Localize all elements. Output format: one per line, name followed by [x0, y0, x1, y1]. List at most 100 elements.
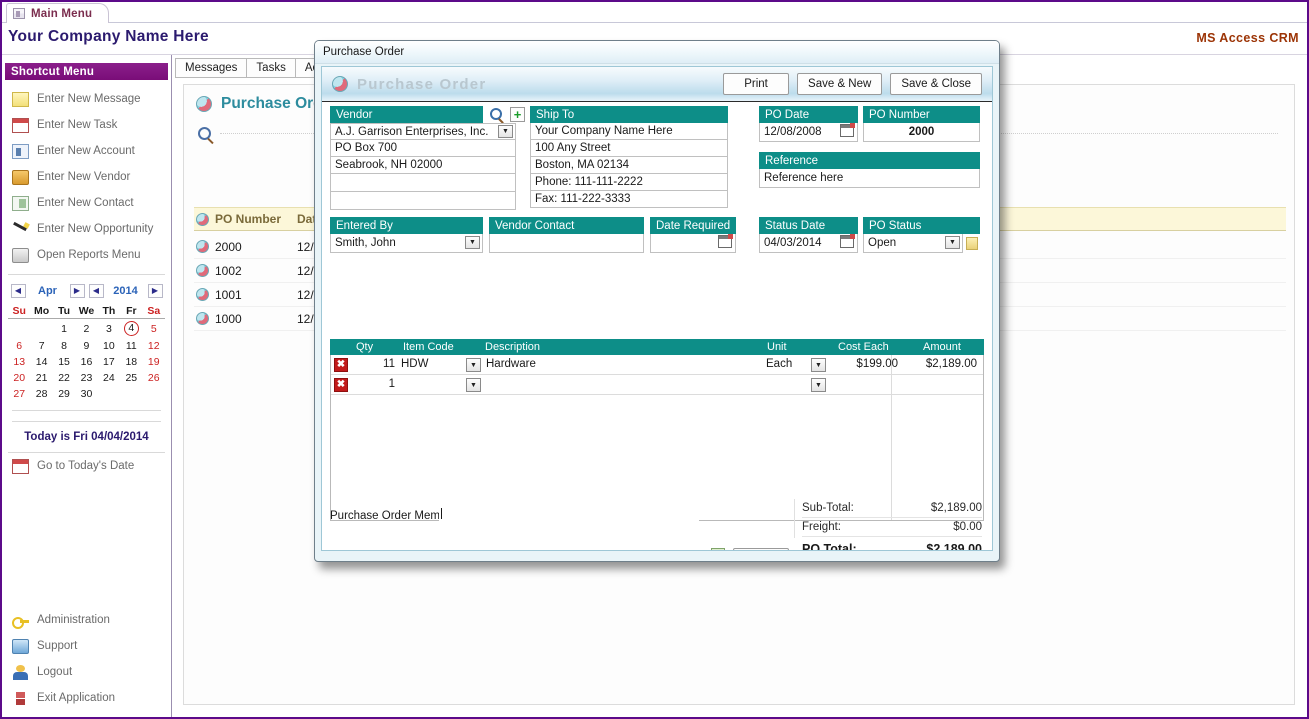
search-icon[interactable] [198, 127, 211, 140]
cell-qty[interactable]: 1 [353, 378, 395, 390]
table-row[interactable]: ✖ 11 HDW ▼ Hardware Each ▼ $199.00 $2,18… [331, 355, 983, 375]
calendar-day[interactable]: 27 [8, 386, 30, 402]
calendar-day[interactable]: 12 [143, 338, 165, 354]
sidebar-item-exit-application[interactable]: Exit Application [2, 685, 171, 711]
tab-tasks[interactable]: Tasks [246, 58, 295, 78]
freight-value[interactable]: $0.00 [953, 521, 982, 533]
calendar-day[interactable]: 26 [143, 370, 165, 386]
calendar-day[interactable]: 29 [53, 386, 75, 402]
cell-item-code[interactable]: HDW [401, 358, 463, 370]
calendar-day[interactable]: 24 [98, 370, 120, 386]
calendar-day[interactable]: 9 [75, 338, 97, 354]
calendar-day[interactable]: 2 [75, 319, 97, 339]
vendor-search-icon[interactable] [490, 108, 502, 120]
entered-by-field[interactable]: Smith, John ▼ [330, 234, 483, 253]
tab-main-menu[interactable]: Main Menu [6, 3, 109, 23]
calendar-day[interactable]: 3 [98, 319, 120, 339]
add-vendor-button[interactable]: + [510, 107, 525, 122]
cell-unit[interactable]: Each [766, 358, 806, 370]
sidebar-item-enter-new-message[interactable]: Enter New Message [2, 86, 171, 112]
chevron-down-icon[interactable]: ▼ [811, 378, 826, 392]
calendar-day[interactable]: 11 [120, 338, 142, 354]
ship-to-line3-field[interactable]: Boston, MA 02134 [530, 157, 728, 174]
next-year-button[interactable]: ▶ [148, 284, 163, 298]
vendor-contact-field[interactable] [489, 234, 644, 253]
ship-to-line1-field[interactable]: Your Company Name Here [530, 123, 728, 140]
calendar-day[interactable]: 10 [98, 338, 120, 354]
calendar-day[interactable]: 28 [30, 386, 52, 402]
chevron-down-icon[interactable]: ▼ [945, 236, 960, 249]
table-row[interactable]: ✖ 1 ▼ ▼ [331, 375, 983, 395]
memo-input[interactable] [439, 504, 699, 551]
vendor-line5-field[interactable] [330, 192, 516, 210]
save-and-new-button[interactable]: Save & New [797, 73, 882, 95]
tab-messages[interactable]: Messages [175, 58, 247, 78]
prev-year-button[interactable]: ◀ [89, 284, 104, 298]
chevron-down-icon[interactable]: ▼ [466, 378, 481, 392]
sidebar-item-enter-new-opportunity[interactable]: Enter New Opportunity [2, 216, 171, 242]
calendar-day[interactable]: 21 [30, 370, 52, 386]
calendar-day[interactable]: 20 [8, 370, 30, 386]
print-button[interactable]: Print [723, 73, 789, 95]
status-date-field[interactable]: 04/03/2014 [759, 234, 858, 253]
po-date-field[interactable]: 12/08/2008 [759, 123, 858, 142]
calendar-day[interactable]: 23 [75, 370, 97, 386]
reference-field[interactable]: Reference here [759, 169, 980, 188]
calendar-day[interactable]: 5 [143, 319, 165, 339]
calendar-picker-icon[interactable] [718, 235, 732, 248]
chevron-down-icon[interactable]: ▼ [811, 358, 826, 372]
calendar-day[interactable]: 18 [120, 354, 142, 370]
sidebar-item-administration[interactable]: Administration [2, 607, 171, 633]
vendor-line3-field[interactable]: Seabrook, NH 02000 [330, 157, 516, 174]
sidebar-item-goto-today[interactable]: Go to Today's Date [2, 453, 171, 479]
prev-month-button[interactable]: ◀ [11, 284, 26, 298]
calendar-picker-icon[interactable] [840, 235, 854, 248]
calendar-day[interactable]: 1 [53, 319, 75, 339]
sidebar-item-support[interactable]: Support [2, 633, 171, 659]
vendor-name-field[interactable]: A.J. Garrison Enterprises, Inc. ▼ [330, 123, 516, 140]
calendar-day[interactable]: 6 [8, 338, 30, 354]
calendar-day[interactable]: 30 [75, 386, 97, 402]
cell-cost-each[interactable]: $199.00 [836, 358, 898, 370]
calculate-button[interactable]: Calculate [733, 548, 789, 551]
calendar-day[interactable]: 16 [75, 354, 97, 370]
calendar-empty-cell [143, 386, 165, 402]
calendar-day[interactable]: 13 [8, 354, 30, 370]
sidebar-item-enter-new-contact[interactable]: Enter New Contact [2, 190, 171, 216]
calendar-day[interactable]: 8 [53, 338, 75, 354]
sidebar-item-open-reports-menu[interactable]: Open Reports Menu [2, 242, 171, 268]
chevron-down-icon[interactable]: ▼ [465, 236, 480, 249]
sidebar-item-enter-new-account[interactable]: Enter New Account [2, 138, 171, 164]
po-number-field[interactable]: 2000 [863, 123, 980, 142]
vendor-line2-field[interactable]: PO Box 700 [330, 140, 516, 157]
status-flag-icon[interactable] [966, 237, 978, 250]
calendar-day[interactable]: 22 [53, 370, 75, 386]
delete-row-button[interactable]: ✖ [334, 378, 348, 392]
ship-to-line5-field[interactable]: Fax: 111-222-3333 [530, 191, 728, 208]
calendar-picker-icon[interactable] [840, 124, 854, 137]
cell-description[interactable]: Hardware [486, 358, 536, 370]
sidebar-item-enter-new-vendor[interactable]: Enter New Vendor [2, 164, 171, 190]
chevron-down-icon[interactable]: ▼ [466, 358, 481, 372]
ship-to-line2-field[interactable]: 100 Any Street [530, 140, 728, 157]
date-required-field[interactable] [650, 234, 736, 253]
next-month-button[interactable]: ▶ [70, 284, 85, 298]
cell-qty[interactable]: 11 [353, 358, 395, 370]
calendar-day[interactable]: 14 [30, 354, 52, 370]
calendar-day[interactable]: 4 [120, 319, 142, 339]
calendar-day[interactable]: 17 [98, 354, 120, 370]
dialog-title-bar[interactable]: Purchase Order [315, 41, 999, 64]
save-and-close-button[interactable]: Save & Close [890, 73, 982, 95]
chevron-down-icon[interactable]: ▼ [498, 125, 513, 138]
vendor-line4-field[interactable] [330, 174, 516, 192]
sidebar-item-logout[interactable]: Logout [2, 659, 171, 685]
calendar-day[interactable]: 19 [143, 354, 165, 370]
po-status-field[interactable]: Open ▼ [863, 234, 963, 253]
sidebar-item-enter-new-task[interactable]: Enter New Task [2, 112, 171, 138]
calendar-day[interactable]: 15 [53, 354, 75, 370]
ship-to-line4-field[interactable]: Phone: 111-111-2222 [530, 174, 728, 191]
calendar-day[interactable]: 7 [30, 338, 52, 354]
sidebar-item-label: Open Reports Menu [37, 249, 141, 261]
delete-row-button[interactable]: ✖ [334, 358, 348, 372]
calendar-day[interactable]: 25 [120, 370, 142, 386]
